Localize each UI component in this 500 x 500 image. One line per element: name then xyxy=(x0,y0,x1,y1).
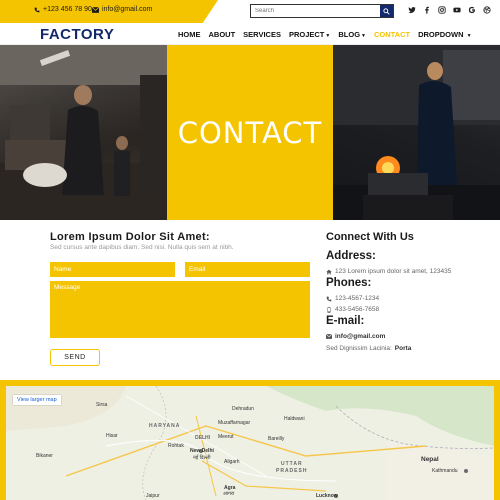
nav-item-dropdown[interactable]: DROPDOWN ▼ xyxy=(418,30,471,39)
address-line: 123 Lorem ipsum dolor sit amet, 123435 xyxy=(326,268,451,275)
topbar-email-text: info@gmail.com xyxy=(102,6,153,13)
nav-item-contact[interactable]: CONTACT xyxy=(374,30,410,39)
nav-item-home[interactable]: HOME xyxy=(178,30,201,39)
phone-line-2[interactable]: 433-5456-7658 xyxy=(326,306,379,313)
message-field[interactable] xyxy=(50,281,310,338)
map-label: Sirsa xyxy=(96,402,108,408)
navbar: FACTORY HOME ABOUT SERVICES PROJECT▼ BLO… xyxy=(0,23,500,45)
youtube-icon[interactable] xyxy=(453,6,461,16)
map-label: HARYANA xyxy=(149,423,181,429)
map-label: UTTAR xyxy=(281,461,303,467)
google-icon[interactable] xyxy=(468,6,476,16)
instagram-icon[interactable] xyxy=(438,6,446,16)
search-input[interactable] xyxy=(251,5,381,17)
map-terrain xyxy=(6,386,494,500)
map-label: Dehradun xyxy=(232,406,254,412)
map-label: नई दिल्ली xyxy=(193,455,211,461)
phone-line-1[interactable]: 123-4567-1234 xyxy=(326,295,379,302)
envelope-icon xyxy=(326,334,332,339)
map-label: Bikaner xyxy=(36,453,53,459)
email-text: info@gmail.com xyxy=(335,333,386,340)
twitter-icon[interactable] xyxy=(408,6,416,16)
nav-item-project[interactable]: PROJECT▼ xyxy=(289,30,330,39)
search-button[interactable] xyxy=(380,5,393,17)
home-icon xyxy=(326,269,332,275)
email-field[interactable] xyxy=(185,262,310,277)
nav-item-dropdown-label: DROPDOWN xyxy=(418,30,464,39)
email-heading: E-mail: xyxy=(326,315,365,327)
map-label: Jaipur xyxy=(146,493,160,499)
page-title: CONTACT xyxy=(177,115,323,150)
map-label: Meerut xyxy=(218,434,234,440)
extra-prefix: Sed Dignissim Lacinia: xyxy=(326,345,392,352)
dribbble-icon[interactable] xyxy=(483,6,491,16)
map-label: Rohtak xyxy=(168,443,184,449)
map-label: DELHI xyxy=(195,435,210,441)
hero-welding-photo xyxy=(333,45,500,220)
nav-item-project-label: PROJECT xyxy=(288,30,325,39)
topbar: +123 456 78 90 info@gmail.com xyxy=(0,0,500,23)
google-map[interactable]: View larger map HARYANA DELHI New Delhi … xyxy=(6,386,494,500)
caret-down-icon: ▼ xyxy=(361,33,366,39)
address-text: 123 Lorem ipsum dolor sit amet, 123435 xyxy=(335,268,452,275)
send-button[interactable]: SEND xyxy=(50,349,100,366)
map-label: New Delhi xyxy=(190,448,214,454)
extra-value: Porta xyxy=(394,345,412,352)
map-label: Aligarh xyxy=(224,459,240,465)
phone-icon xyxy=(34,7,40,13)
facebook-icon[interactable] xyxy=(423,6,431,16)
social-links xyxy=(408,6,491,16)
hero-title-panel: CONTACT xyxy=(167,45,333,220)
nav-item-blog[interactable]: BLOG▼ xyxy=(338,30,366,39)
search-icon xyxy=(383,7,390,15)
connect-heading: Connect With Us xyxy=(326,231,414,243)
caret-down-icon: ▼ xyxy=(466,33,472,39)
phones-heading: Phones: xyxy=(326,277,372,289)
caret-down-icon: ▼ xyxy=(325,33,331,39)
email-line[interactable]: info@gmail.com xyxy=(326,333,385,340)
form-subtext: Sed cursus ante dapibus diam. Sed nisi. … xyxy=(50,244,234,251)
map-label: Bareilly xyxy=(268,436,285,442)
map-label: Muzaffarnagar xyxy=(218,420,251,426)
map-label: आगरा xyxy=(223,491,235,497)
phone-1-text: 123-4567-1234 xyxy=(335,295,380,302)
phone-icon xyxy=(326,296,332,302)
topbar-phone-text: +123 456 78 90 xyxy=(43,6,92,13)
map-label: Nepal xyxy=(421,456,439,463)
map-label: Haldwani xyxy=(284,416,305,422)
hero-workshop-photo xyxy=(0,45,167,220)
name-field[interactable] xyxy=(50,262,175,277)
phone-2-text: 433-5456-7658 xyxy=(335,306,380,313)
brand-logo[interactable]: FACTORY xyxy=(40,26,114,43)
nav-item-services[interactable]: SERVICES xyxy=(243,30,281,39)
envelope-icon xyxy=(92,6,99,13)
form-heading: Lorem Ipsum Dolor Sit Amet: xyxy=(50,231,210,243)
nav-item-blog-label: BLOG xyxy=(338,30,361,39)
address-heading: Address: xyxy=(326,250,376,262)
main-nav: HOME ABOUT SERVICES PROJECT▼ BLOG▼ CONTA… xyxy=(178,30,472,39)
map-label: PRADESH xyxy=(276,468,308,474)
topbar-email[interactable]: info@gmail.com xyxy=(92,6,152,13)
nav-item-about[interactable]: ABOUT xyxy=(209,30,236,39)
mobile-icon xyxy=(326,306,332,313)
hero-banner: CONTACT xyxy=(0,45,500,220)
map-section: View larger map HARYANA DELHI New Delhi … xyxy=(0,380,500,500)
extra-line: Sed Dignissim Lacinia: Porta xyxy=(326,345,411,352)
topbar-phone[interactable]: +123 456 78 90 xyxy=(34,6,92,13)
search-box xyxy=(250,4,394,18)
map-label: Kathmandu xyxy=(432,468,458,474)
map-label: Hisar xyxy=(106,433,118,439)
view-larger-map-link[interactable]: View larger map xyxy=(13,395,61,405)
map-label: Lucknow xyxy=(316,493,338,499)
